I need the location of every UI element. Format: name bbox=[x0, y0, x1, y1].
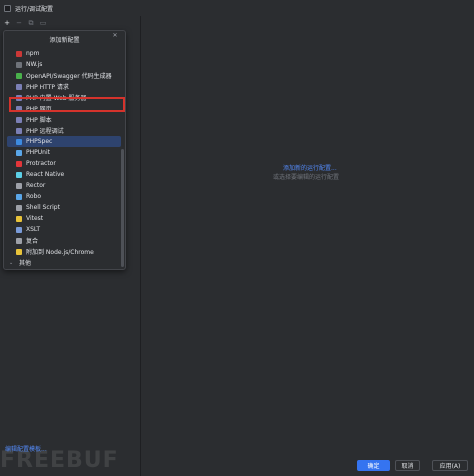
list-item-label: Robo bbox=[26, 193, 42, 200]
compound-icon bbox=[16, 237, 22, 244]
list-item-label: 复合 bbox=[26, 238, 39, 245]
group-label: 其他 bbox=[19, 260, 32, 267]
list-item-label: NW.js bbox=[26, 61, 43, 68]
list-item[interactable]: PHP 脚本 bbox=[4, 114, 125, 125]
list-item[interactable]: XSLT bbox=[4, 224, 125, 235]
list-item-label: XSLT bbox=[26, 226, 41, 233]
add-config-popup: 添加新配置 ✕ npm NW.js OpenAPI/Swagger 代码生成器 PHP… bbox=[3, 30, 126, 270]
list-item-label: Protractor bbox=[26, 160, 56, 167]
list-item-label: PHPSpec bbox=[26, 138, 53, 145]
add-new-config-link[interactable]: 添加新的运行配置... bbox=[283, 163, 337, 172]
empty-hint: 或选择要编辑的运行配置 bbox=[273, 174, 340, 181]
attach-node-icon bbox=[16, 248, 22, 255]
list-item[interactable]: OpenAPI/Swagger 代码生成器 bbox=[4, 70, 125, 81]
list-item[interactable]: Robo bbox=[4, 191, 125, 202]
shell-icon bbox=[16, 204, 22, 211]
list-item[interactable]: PHP 远程调试 bbox=[4, 125, 125, 136]
php-script-icon bbox=[16, 116, 22, 123]
collapse-icon[interactable]: ✕ bbox=[112, 32, 118, 40]
ok-button[interactable]: 确定 bbox=[357, 460, 390, 471]
list-item[interactable]: PHPUnit bbox=[4, 147, 125, 158]
list-item[interactable]: 复合 bbox=[4, 235, 125, 246]
list-item-label: PHP HTTP 请求 bbox=[26, 84, 69, 91]
npm-icon bbox=[16, 50, 22, 57]
scrollbar-thumb[interactable] bbox=[121, 149, 124, 267]
list-item[interactable]: npm bbox=[4, 48, 125, 59]
list-item-label: npm bbox=[26, 50, 40, 57]
list-item-label: PHP 脚本 bbox=[26, 117, 52, 124]
list-item-label: Rector bbox=[26, 182, 46, 189]
config-type-list: npm NW.js OpenAPI/Swagger 代码生成器 PHP HTTP 请求… bbox=[4, 48, 125, 270]
list-item[interactable]: Protractor bbox=[4, 158, 125, 169]
php-server-icon bbox=[16, 94, 22, 101]
protractor-icon bbox=[16, 160, 22, 167]
list-item[interactable]: Rector bbox=[4, 180, 125, 191]
list-item[interactable]: tSQLt 测试 bbox=[4, 268, 125, 270]
list-item[interactable]: PHP 网页 bbox=[4, 103, 125, 114]
copy-icon[interactable]: ⧉ bbox=[27, 18, 35, 28]
phpspec-icon bbox=[16, 138, 22, 145]
openapi-icon bbox=[16, 72, 22, 79]
window-title: 运行/调试配置 bbox=[15, 5, 54, 13]
react-icon bbox=[16, 171, 22, 178]
add-icon[interactable]: + bbox=[3, 18, 11, 28]
group-header-other[interactable]: ⌄ 其他 bbox=[4, 257, 125, 268]
nwjs-icon bbox=[16, 61, 22, 68]
config-detail-panel bbox=[142, 16, 474, 456]
list-item-label: React Native bbox=[26, 171, 65, 178]
list-item[interactable]: PHPSpec bbox=[7, 136, 121, 147]
list-item[interactable]: 附加到 Node.js/Chrome bbox=[4, 246, 125, 257]
xslt-icon bbox=[16, 226, 22, 233]
robo-icon bbox=[16, 193, 22, 200]
list-item[interactable]: Shell Script bbox=[4, 202, 125, 213]
list-item-label: OpenAPI/Swagger 代码生成器 bbox=[26, 73, 112, 80]
cancel-button[interactable]: 取消 bbox=[395, 460, 420, 471]
vitest-icon bbox=[16, 215, 22, 222]
apply-button[interactable]: 应用(A) bbox=[432, 460, 468, 471]
title-bar: 运行/调试配置 bbox=[0, 0, 474, 16]
php-web-icon bbox=[16, 105, 22, 112]
list-item[interactable]: NW.js bbox=[4, 59, 125, 70]
php-remote-debug-icon bbox=[16, 127, 22, 134]
remove-icon[interactable]: − bbox=[15, 18, 23, 28]
list-item-label: PHP 远程调试 bbox=[26, 128, 64, 135]
config-toolbar: + − ⧉ ▭ bbox=[0, 16, 141, 30]
list-item-label: 附加到 Node.js/Chrome bbox=[26, 249, 94, 256]
popup-header: 添加新配置 ✕ bbox=[4, 31, 125, 48]
list-item[interactable]: PHP 内置 Web 服务器 bbox=[4, 92, 125, 103]
php-http-icon bbox=[16, 83, 22, 90]
chevron-down-icon: ⌄ bbox=[9, 259, 14, 266]
list-item[interactable]: PHP HTTP 请求 bbox=[4, 81, 125, 92]
list-item-label: tSQLt 测试 bbox=[36, 269, 67, 270]
list-item-label: PHP 内置 Web 服务器 bbox=[26, 95, 87, 102]
folder-icon[interactable]: ▭ bbox=[39, 18, 47, 28]
app-icon bbox=[4, 4, 11, 12]
list-item-label: PHP 网页 bbox=[26, 106, 52, 113]
list-item[interactable]: Vitest bbox=[4, 213, 125, 224]
edit-templates-link[interactable]: 编辑配置模板... bbox=[5, 444, 47, 453]
rector-icon bbox=[16, 182, 22, 189]
popup-title: 添加新配置 bbox=[49, 37, 80, 44]
list-item[interactable]: React Native bbox=[4, 169, 125, 180]
list-item-label: PHPUnit bbox=[26, 149, 50, 156]
list-item-label: Vitest bbox=[26, 215, 44, 222]
list-item-label: Shell Script bbox=[26, 204, 60, 211]
phpunit-icon bbox=[16, 149, 22, 156]
